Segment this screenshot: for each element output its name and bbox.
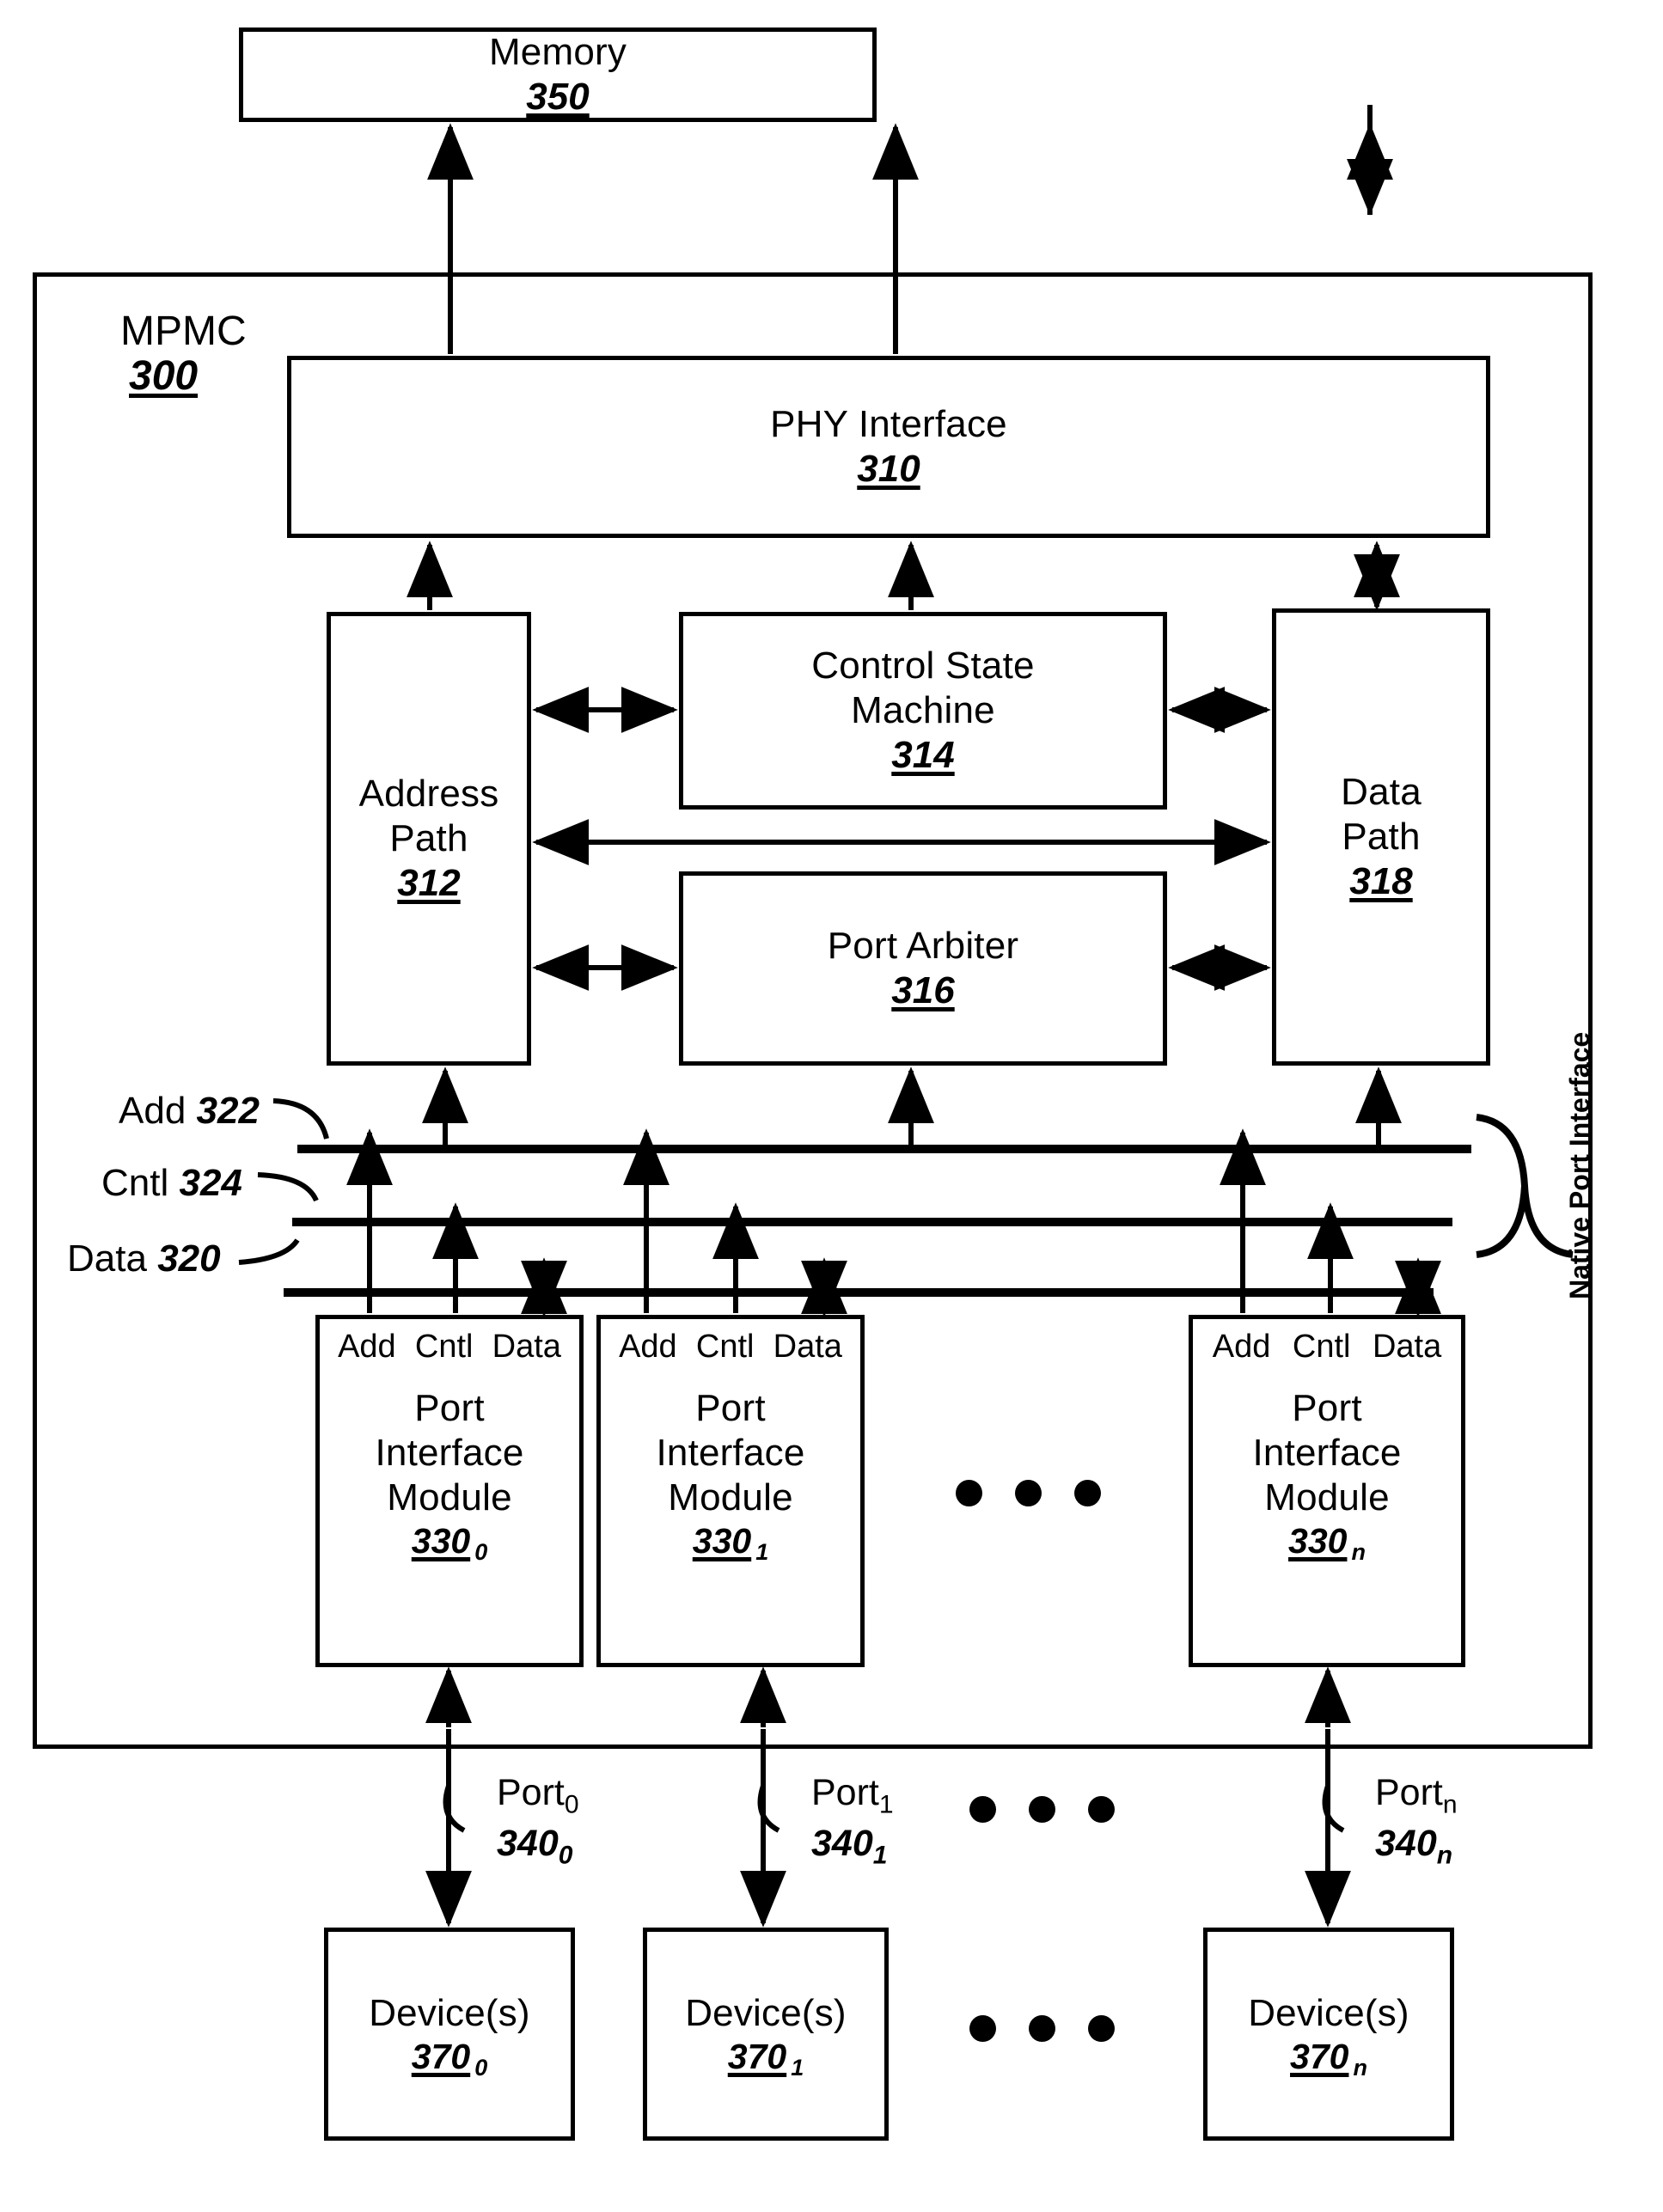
pim-n-header-data: Data	[1372, 1329, 1442, 1365]
bus-cntl-ref: 324	[179, 1162, 242, 1204]
port-n-refsub: n	[1436, 1841, 1453, 1870]
pim-0-line3: Module	[387, 1476, 512, 1518]
pim-0-header-add: Add	[338, 1329, 396, 1365]
pim-n-line3: Module	[1264, 1476, 1390, 1518]
port-n-name: Port	[1375, 1772, 1443, 1813]
pim-n-line1: Port	[1292, 1387, 1362, 1429]
device-0-label: Device(s)	[369, 1991, 530, 2034]
port-0-refsub: 0	[558, 1841, 573, 1870]
port-interface-module-0: Add Cntl Data Port Interface Module 330 0	[315, 1315, 584, 1667]
device-block-1: Device(s) 370 1	[643, 1928, 889, 2141]
pim-1-signal-headers: Add Cntl Data	[601, 1328, 860, 1366]
figure-canvas: Memory 350 MPMC 300 PHY Interface 310 Ad…	[0, 0, 1663, 2212]
pim-n-header-cntl: Cntl	[1292, 1329, 1351, 1365]
pim-ellipsis	[956, 1480, 1101, 1506]
pim-1-ref-wrap: 330 1	[692, 1520, 768, 1565]
bus-add-ref: 322	[196, 1090, 260, 1132]
device-n-ref: 370	[1290, 2036, 1349, 2076]
pim-1-header-data: Data	[773, 1329, 842, 1365]
pim-0-body: Port Interface Module 330 0	[320, 1386, 579, 1565]
pim-ellipsis-dot-3	[1074, 1480, 1101, 1506]
port-ellipsis-dot-1	[969, 1796, 996, 1823]
port-interface-module-n: Add Cntl Data Port Interface Module 330 n	[1189, 1315, 1465, 1667]
pim-1-body: Port Interface Module 330 1	[601, 1386, 860, 1565]
port-0-ref: 340	[497, 1823, 559, 1865]
pim-0-header-cntl: Cntl	[414, 1329, 474, 1365]
native-port-interface-label: Native Port Interface	[1564, 1031, 1595, 1299]
pim-0-header-data: Data	[492, 1329, 561, 1365]
device-1-sub: 1	[791, 2054, 804, 2081]
pim-n-ref: 330	[1288, 1520, 1348, 1561]
pim-1-sub: 1	[755, 1538, 769, 1565]
port-ellipsis-dot-3	[1088, 1796, 1115, 1823]
device-ellipsis	[969, 2015, 1115, 2042]
port-n-ref: 340	[1375, 1823, 1437, 1865]
device-n-label: Device(s)	[1248, 1991, 1409, 2034]
pim-0-signal-headers: Add Cntl Data	[320, 1328, 579, 1366]
port-0-name: Port	[497, 1772, 565, 1813]
device-block-0: Device(s) 370 0	[324, 1928, 575, 2141]
pim-1-header-add: Add	[619, 1329, 677, 1365]
device-0-ref: 370	[411, 2036, 471, 2076]
pim-n-signal-headers: Add Cntl Data	[1193, 1328, 1461, 1366]
device-block-n: Device(s) 370 n	[1203, 1928, 1454, 2141]
port-ellipsis-dot-2	[1029, 1796, 1055, 1823]
bus-data-ref: 320	[157, 1237, 221, 1280]
pim-1-header-cntl: Cntl	[695, 1329, 755, 1365]
bus-data-name: Data	[67, 1237, 147, 1280]
device-n-ref-wrap: 370 n	[1290, 2036, 1367, 2081]
port-0-sub: 0	[564, 1790, 579, 1819]
device-1-label: Device(s)	[685, 1991, 847, 2034]
device-n-sub: n	[1353, 2054, 1367, 2081]
bus-cntl-name: Cntl	[101, 1162, 169, 1204]
device-ellipsis-dot-2	[1029, 2015, 1055, 2042]
pim-0-line2: Interface	[375, 1431, 524, 1474]
device-0-ref-wrap: 370 0	[411, 2036, 487, 2081]
pim-1-line1: Port	[695, 1387, 766, 1429]
pim-n-header-add: Add	[1212, 1329, 1271, 1365]
pim-0-line1: Port	[414, 1387, 485, 1429]
bus-label-cntl: Cntl 324	[101, 1162, 242, 1205]
port-1-refsub: 1	[872, 1841, 888, 1870]
bus-add-name: Add	[119, 1090, 186, 1132]
pim-0-ref-wrap: 330 0	[411, 1520, 487, 1565]
bus-label-add: Add 322	[119, 1090, 260, 1133]
port-1-name: Port	[811, 1772, 879, 1813]
pim-1-ref: 330	[692, 1520, 752, 1561]
pim-n-body: Port Interface Module 330 n	[1193, 1386, 1461, 1565]
pim-n-ref-wrap: 330 n	[1288, 1520, 1366, 1565]
pim-0-ref: 330	[411, 1520, 471, 1561]
port-interface-module-1: Add Cntl Data Port Interface Module 330 1	[596, 1315, 865, 1667]
device-1-ref: 370	[727, 2036, 787, 2076]
pim-0-sub: 0	[474, 1538, 488, 1565]
port-label-1: Port1 3401	[811, 1770, 894, 1872]
pim-ellipsis-dot-2	[1015, 1480, 1042, 1506]
bus-label-data: Data 320	[67, 1237, 221, 1280]
pim-n-sub: n	[1351, 1538, 1366, 1565]
port-label-0: Port0 3400	[497, 1770, 579, 1872]
device-0-sub: 0	[474, 2054, 488, 2081]
port-ellipsis	[969, 1796, 1115, 1823]
device-ellipsis-dot-1	[969, 2015, 996, 2042]
device-1-ref-wrap: 370 1	[727, 2036, 804, 2081]
port-1-sub: 1	[878, 1790, 894, 1819]
pim-ellipsis-dot-1	[956, 1480, 982, 1506]
port-label-n: Portn 340n	[1375, 1770, 1458, 1872]
pim-n-line2: Interface	[1252, 1431, 1402, 1474]
pim-1-line2: Interface	[656, 1431, 805, 1474]
port-n-sub: n	[1442, 1790, 1458, 1819]
port-1-ref: 340	[811, 1823, 873, 1865]
pim-1-line3: Module	[668, 1476, 793, 1518]
device-ellipsis-dot-3	[1088, 2015, 1115, 2042]
